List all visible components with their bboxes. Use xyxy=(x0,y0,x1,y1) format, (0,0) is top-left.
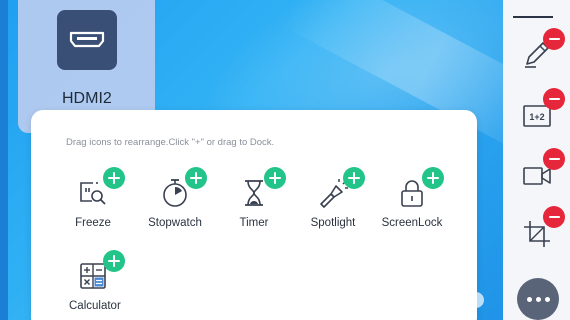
add-calculator-button[interactable] xyxy=(103,250,125,272)
tool-calculator[interactable]: Calculator xyxy=(53,238,133,318)
more-icon[interactable] xyxy=(517,278,559,320)
tool-label-freeze: Freeze xyxy=(75,217,111,229)
remove-crop-button[interactable] xyxy=(543,206,565,228)
tool-stopwatch[interactable]: Stopwatch xyxy=(135,155,215,235)
screen-left-edge xyxy=(0,0,8,320)
right-dock: 1+2 xyxy=(503,0,570,320)
panel-hint: Drag icons to rearrange.Click "+" or dra… xyxy=(66,137,275,148)
more-dot xyxy=(535,296,541,302)
tool-label-spotlight: Spotlight xyxy=(310,217,356,229)
add-timer-button[interactable] xyxy=(264,167,286,189)
tool-label-stopwatch: Stopwatch xyxy=(148,217,202,229)
tools-panel: Drag icons to rearrange.Click "+" or dra… xyxy=(31,110,477,320)
tool-spotlight[interactable]: Spotlight xyxy=(293,155,373,235)
more-dot xyxy=(544,296,550,302)
source-label: HDMI2 xyxy=(62,90,112,107)
split-screen-text: 1+2 xyxy=(529,112,544,122)
hdmi-icon xyxy=(57,10,117,70)
tool-freeze[interactable]: Freeze xyxy=(53,155,133,235)
add-freeze-button[interactable] xyxy=(103,167,125,189)
tool-label-screenlock: ScreenLock xyxy=(381,217,443,229)
more-dot xyxy=(526,296,532,302)
tool-timer[interactable]: Timer xyxy=(214,155,294,235)
remove-split-screen-button[interactable] xyxy=(543,88,565,110)
remove-pen-button[interactable] xyxy=(543,28,565,50)
tool-label-timer: Timer xyxy=(239,217,269,229)
tool-screenlock[interactable]: ScreenLock xyxy=(372,155,452,235)
remove-camera-button[interactable] xyxy=(543,148,565,170)
add-screenlock-button[interactable] xyxy=(422,167,444,189)
panel-scroll-handle[interactable] xyxy=(476,292,484,308)
dock-divider xyxy=(513,16,553,18)
add-stopwatch-button[interactable] xyxy=(185,167,207,189)
add-spotlight-button[interactable] xyxy=(343,167,365,189)
tool-label-calculator: Calculator xyxy=(69,300,121,312)
